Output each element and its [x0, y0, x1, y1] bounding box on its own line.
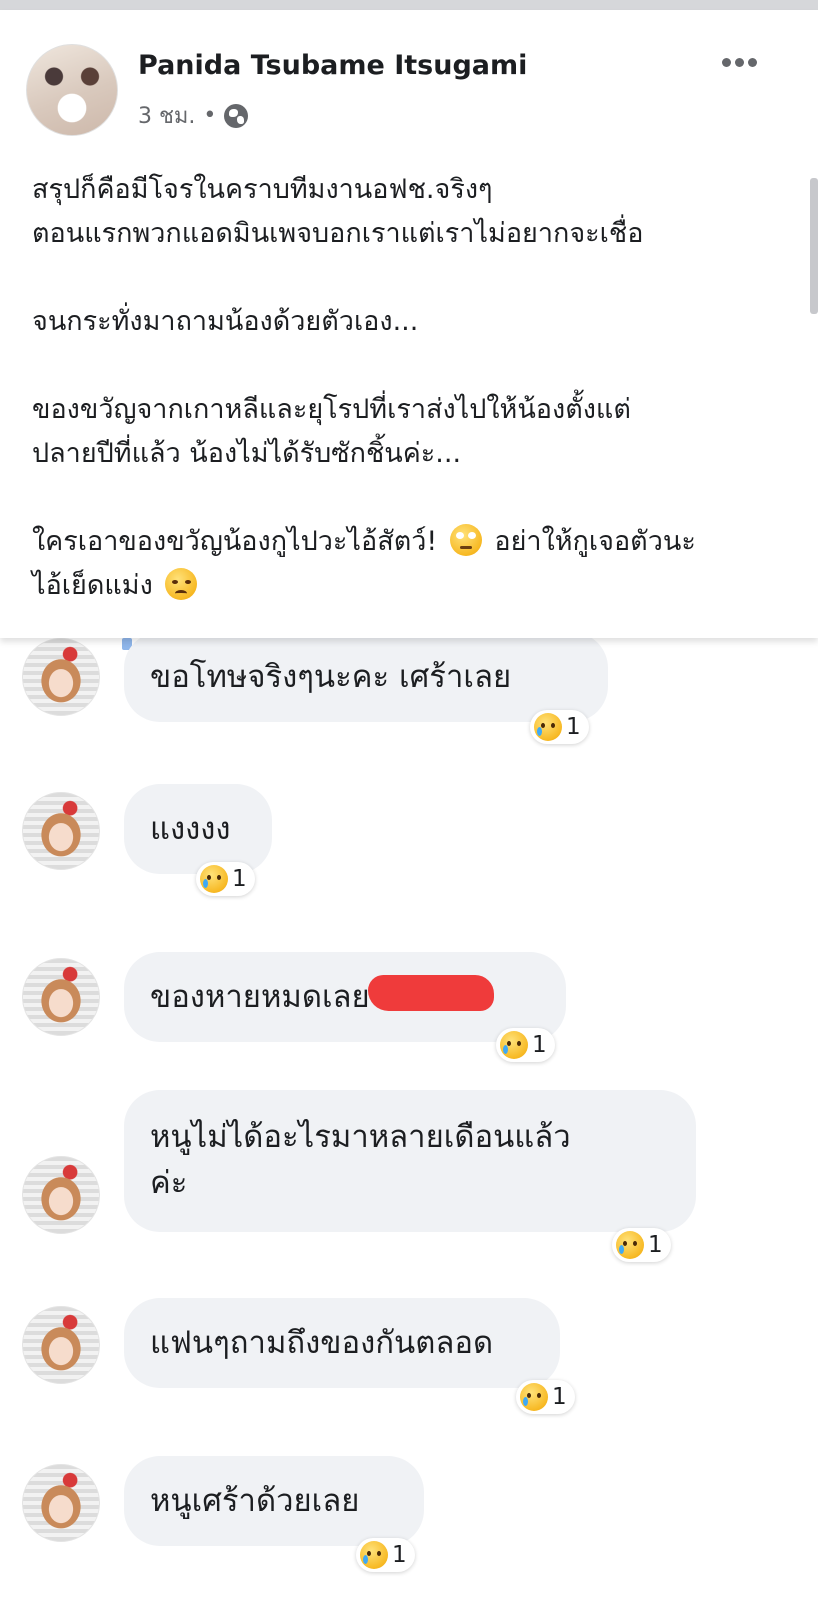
angry-face-emoji-icon — [165, 568, 198, 600]
comment-text-line: ค่ะ — [150, 1165, 188, 1201]
commenter-avatar[interactable] — [22, 1306, 100, 1384]
comment-bubble[interactable]: แฟนๆถามถึงของกันตลอด — [124, 1298, 560, 1388]
dot-icon — [735, 58, 744, 67]
comment-text: ขอโทษจริงๆนะคะ เศร้าเลย — [150, 659, 512, 695]
rolling-eyes-emoji-icon — [449, 524, 482, 556]
comment-bubble[interactable]: หนูไม่ได้อะไรมาหลายเดือนแล้ว ค่ะ — [124, 1090, 696, 1232]
comments-screenshot: ขอโทษจริงๆนะคะ เศร้าเลย 1 แงงงง 1 ของหาย… — [0, 632, 818, 1600]
post-line: ใครเอาของขวัญน้องกูไปวะไอ้สัตว์! อย่าให้… — [32, 520, 792, 564]
post-line: ตอนแรกพวกแอดมินเพจบอกเราแต่เราไม่อยากจะเ… — [32, 218, 644, 249]
sad-face-icon — [360, 1541, 388, 1569]
scrollbar[interactable] — [810, 178, 818, 314]
reaction-count: 1 — [232, 866, 247, 892]
dot-icon — [748, 58, 757, 67]
dot-icon — [722, 58, 731, 67]
commenter-avatar[interactable] — [22, 958, 100, 1036]
comment-bubble[interactable]: แงงงง — [124, 784, 272, 874]
sad-face-icon — [616, 1231, 644, 1259]
post-line: ปลายปีที่แล้ว น้องไม่ได้รับซักชิ้นค่ะ... — [32, 438, 462, 469]
reaction-badge[interactable]: 1 — [496, 1028, 555, 1062]
top-separator — [0, 0, 818, 10]
post-time[interactable]: 3 ชม. — [138, 98, 195, 133]
commenter-avatar[interactable] — [22, 792, 100, 870]
reaction-count: 1 — [648, 1232, 663, 1258]
commenter-avatar[interactable] — [22, 638, 100, 716]
post-line: ไอ้เย็ดแม่ง — [32, 564, 792, 608]
comment-text: แฟนๆถามถึงของกันตลอด — [150, 1325, 494, 1361]
reaction-badge[interactable]: 1 — [530, 710, 589, 744]
globe-icon[interactable] — [224, 103, 249, 128]
post-paragraph: ใครเอาของขวัญน้องกูไปวะไอ้สัตว์! อย่าให้… — [32, 520, 792, 608]
post-line: จนกระทั่งมาถามน้องด้วยตัวเอง... — [32, 306, 419, 337]
comment-text: ของหายหมดเลย — [150, 974, 540, 1020]
post-meta: 3 ชม. • — [138, 98, 249, 133]
sad-face-icon — [200, 865, 228, 893]
comment-bubble[interactable]: ขอโทษจริงๆนะคะ เศร้าเลย — [124, 632, 608, 722]
sad-face-icon — [534, 713, 562, 741]
post-paragraph: จนกระทั่งมาถามน้องด้วยตัวเอง... — [32, 300, 792, 344]
commenter-avatar[interactable] — [22, 1156, 100, 1234]
comment-text: แงงงง — [150, 811, 231, 847]
comment-text: หนูเศร้าด้วยเลย — [150, 1483, 360, 1519]
author-name[interactable]: Panida Tsubame Itsugami — [138, 50, 527, 81]
reaction-count: 1 — [392, 1542, 407, 1568]
more-options-button[interactable] — [722, 58, 757, 67]
commenter-avatar[interactable] — [22, 1464, 100, 1542]
reaction-count: 1 — [532, 1032, 547, 1058]
reaction-count: 1 — [566, 714, 581, 740]
post-text-part: ใครเอาของขวัญน้องกูไปวะไอ้สัตว์! — [32, 526, 446, 557]
post-paragraph: ของขวัญจากเกาหลีและยุโรปที่เราส่งไปให้น้… — [32, 388, 792, 476]
reaction-badge[interactable]: 1 — [196, 862, 255, 896]
reaction-badge[interactable]: 1 — [516, 1380, 575, 1414]
reaction-badge[interactable]: 1 — [612, 1228, 671, 1262]
post-paragraph: สรุปก็คือมีโจรในคราบทีมงานอฟช.จริงๆ ตอนแ… — [32, 168, 792, 256]
author-avatar[interactable] — [26, 44, 118, 136]
post-text-part: อย่าให้กูเจอตัวนะ — [485, 526, 696, 557]
reaction-count: 1 — [552, 1384, 567, 1410]
sad-face-icon — [500, 1031, 528, 1059]
post-text-part: ไอ้เย็ดแม่ง — [32, 570, 162, 601]
sad-face-icon — [520, 1383, 548, 1411]
post-line: ของขวัญจากเกาหลีและยุโรปที่เราส่งไปให้น้… — [32, 394, 631, 425]
comment-bubble[interactable]: ของหายหมดเลย — [124, 952, 566, 1042]
facebook-post: Panida Tsubame Itsugami 3 ชม. • สรุปก็คื… — [0, 10, 818, 638]
comment-text-line: หนูไม่ได้อะไรมาหลายเดือนแล้ว — [150, 1119, 571, 1155]
redaction-mark — [367, 975, 494, 1011]
comment-bubble[interactable]: หนูเศร้าด้วยเลย — [124, 1456, 424, 1546]
reaction-badge[interactable]: 1 — [356, 1538, 415, 1572]
comment-text-part: ของหายหมดเลย — [150, 979, 370, 1015]
post-body: สรุปก็คือมีโจรในคราบทีมงานอฟช.จริงๆ ตอนแ… — [32, 168, 792, 608]
meta-separator: • — [203, 103, 217, 128]
post-line: สรุปก็คือมีโจรในคราบทีมงานอฟช.จริงๆ — [32, 174, 493, 205]
